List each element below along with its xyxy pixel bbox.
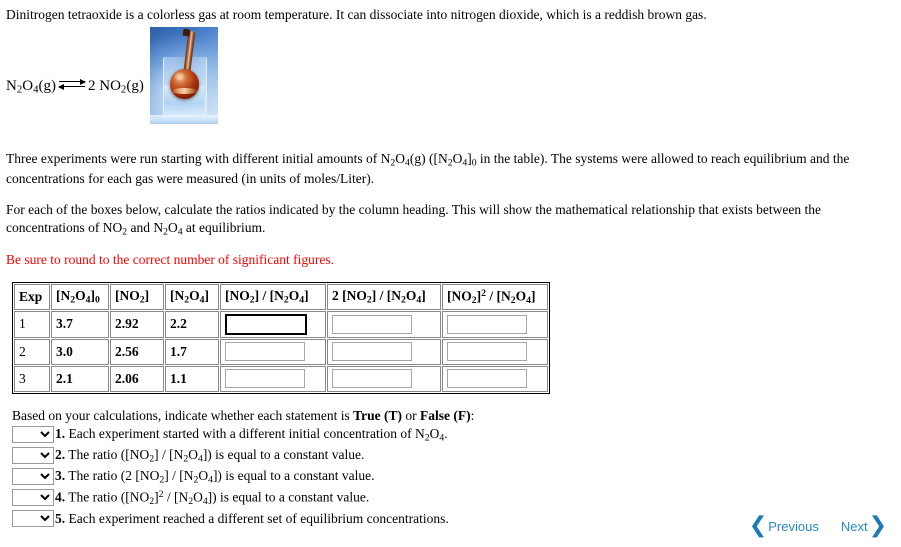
truefalse-item-1: TF 1. Each experiment started with a dif… bbox=[12, 426, 893, 444]
input-ratio2-row2[interactable] bbox=[332, 342, 412, 362]
chevron-right-icon: ❯ bbox=[868, 513, 887, 538]
input-ratio2-row3[interactable] bbox=[332, 369, 412, 389]
table-header-row: Exp [N2O4]0 [NO2] [N2O4] [NO2] / [N2O4] … bbox=[14, 283, 548, 310]
equilibrium-data-table: Exp [N2O4]0 [NO2] [N2O4] [NO2] / [N2O4] … bbox=[12, 281, 550, 394]
cell-initial: 3.0 bbox=[51, 338, 109, 365]
table-row: 1 3.7 2.92 2.2 bbox=[14, 310, 548, 338]
statement-1-text: 1. Each experiment started with a differ… bbox=[55, 426, 448, 444]
select-statement-4[interactable]: TF bbox=[12, 489, 54, 507]
input-ratio2-row1[interactable] bbox=[332, 314, 412, 334]
select-statement-3[interactable]: TF bbox=[12, 468, 54, 486]
cell-initial: 3.7 bbox=[51, 310, 109, 338]
equation-and-photo-row: N2O4(g) 2 NO2(g) bbox=[6, 24, 893, 146]
flask-stopper bbox=[182, 28, 191, 37]
flask-bulb-no2-gas bbox=[169, 69, 199, 100]
input-ratio3-row3[interactable] bbox=[447, 369, 527, 389]
equation-product: 2 NO2(g) bbox=[88, 78, 144, 96]
paragraph-experiments: Three experiments were run starting with… bbox=[6, 151, 850, 187]
navigation-controls: ❮ Previous Next ❯ bbox=[749, 515, 887, 537]
cell-n2o4: 1.7 bbox=[165, 338, 219, 365]
paragraph-instructions: For each of the boxes below, calculate t… bbox=[6, 201, 822, 238]
previous-label: Previous bbox=[768, 518, 819, 534]
cell-exp: 2 bbox=[14, 338, 50, 365]
cell-exp: 1 bbox=[14, 310, 50, 338]
worksheet-page: Dinitrogen tetraoxide is a colorless gas… bbox=[0, 0, 901, 537]
input-ratio1-row3[interactable] bbox=[225, 369, 305, 389]
intro-paragraph: Dinitrogen tetraoxide is a colorless gas… bbox=[6, 7, 707, 22]
select-statement-5[interactable]: TF bbox=[12, 510, 54, 528]
cell-n2o4: 1.1 bbox=[165, 365, 219, 392]
cell-no2: 2.06 bbox=[110, 365, 164, 392]
header-ratio-2no2-over-n2o4: 2 [NO2] / [N2O4] bbox=[327, 283, 441, 310]
input-ratio1-row1[interactable] bbox=[225, 313, 307, 335]
header-n2o4: [N2O4] bbox=[165, 283, 219, 310]
equilibrium-arrow-icon bbox=[58, 78, 86, 91]
input-ratio3-row1[interactable] bbox=[447, 314, 527, 334]
header-ratio-no2-over-n2o4: [NO2] / [N2O4] bbox=[220, 283, 326, 310]
photo-bench-surface bbox=[149, 115, 218, 125]
table-row: 3 2.1 2.06 1.1 bbox=[14, 365, 548, 392]
chemical-equation: N2O4(g) 2 NO2(g) bbox=[6, 24, 144, 96]
cell-exp: 3 bbox=[14, 365, 50, 392]
equation-reactant: N2O4(g) bbox=[6, 78, 56, 96]
table-row: 2 3.0 2.56 1.7 bbox=[14, 338, 548, 365]
cell-no2: 2.92 bbox=[110, 310, 164, 338]
select-statement-2[interactable]: TF bbox=[12, 447, 54, 465]
truefalse-item-2: TF 2. The ratio ([NO2] / [N2O4]) is equa… bbox=[12, 447, 893, 465]
statement-5-text: 5. Each experiment reached a different s… bbox=[55, 510, 449, 526]
cell-ratio2 bbox=[327, 310, 441, 338]
cell-ratio1 bbox=[220, 365, 326, 392]
body-text: Three experiments were run starting with… bbox=[6, 150, 893, 270]
header-ratio-no2sq-over-n2o4: [NO2]2 / [N2O4] bbox=[442, 283, 548, 310]
truefalse-item-3: TF 3. The ratio (2 [NO2] / [N2O4]) is eq… bbox=[12, 468, 893, 486]
cell-ratio1 bbox=[220, 310, 326, 338]
label-false: False (F) bbox=[420, 407, 471, 423]
cell-no2: 2.56 bbox=[110, 338, 164, 365]
label-true: True (T) bbox=[353, 407, 403, 423]
cell-ratio3 bbox=[442, 338, 548, 365]
next-button[interactable]: Next ❯ bbox=[841, 515, 887, 537]
input-ratio3-row2[interactable] bbox=[447, 342, 527, 362]
select-statement-1[interactable]: TF bbox=[12, 426, 54, 444]
header-no2: [NO2] bbox=[110, 283, 164, 310]
cell-ratio3 bbox=[442, 310, 548, 338]
statement-4-text: 4. The ratio ([NO2]2 / [N2O4]) is equal … bbox=[55, 488, 370, 507]
cell-ratio1 bbox=[220, 338, 326, 365]
cell-ratio3 bbox=[442, 365, 548, 392]
chevron-left-icon: ❮ bbox=[748, 513, 768, 538]
input-ratio1-row2[interactable] bbox=[225, 342, 305, 362]
truefalse-item-4: TF 4. The ratio ([NO2]2 / [N2O4]) is equ… bbox=[12, 489, 893, 507]
statement-3-text: 3. The ratio (2 [NO2] / [N2O4]) is equal… bbox=[55, 468, 375, 486]
header-initial-n2o4: [N2O4]0 bbox=[51, 283, 109, 310]
cell-ratio2 bbox=[327, 338, 441, 365]
cell-ratio2 bbox=[327, 365, 441, 392]
previous-button[interactable]: ❮ Previous bbox=[749, 515, 819, 537]
truefalse-instructions: Based on your calculations, indicate whe… bbox=[12, 407, 475, 423]
cell-n2o4: 2.2 bbox=[165, 310, 219, 338]
significant-figures-warning: Be sure to round to the correct number o… bbox=[6, 252, 335, 268]
flask-photo bbox=[149, 27, 218, 125]
header-exp: Exp bbox=[14, 283, 50, 310]
statement-2-text: 2. The ratio ([NO2] / [N2O4]) is equal t… bbox=[55, 447, 365, 465]
next-label: Next bbox=[840, 518, 868, 534]
cell-initial: 2.1 bbox=[51, 365, 109, 392]
